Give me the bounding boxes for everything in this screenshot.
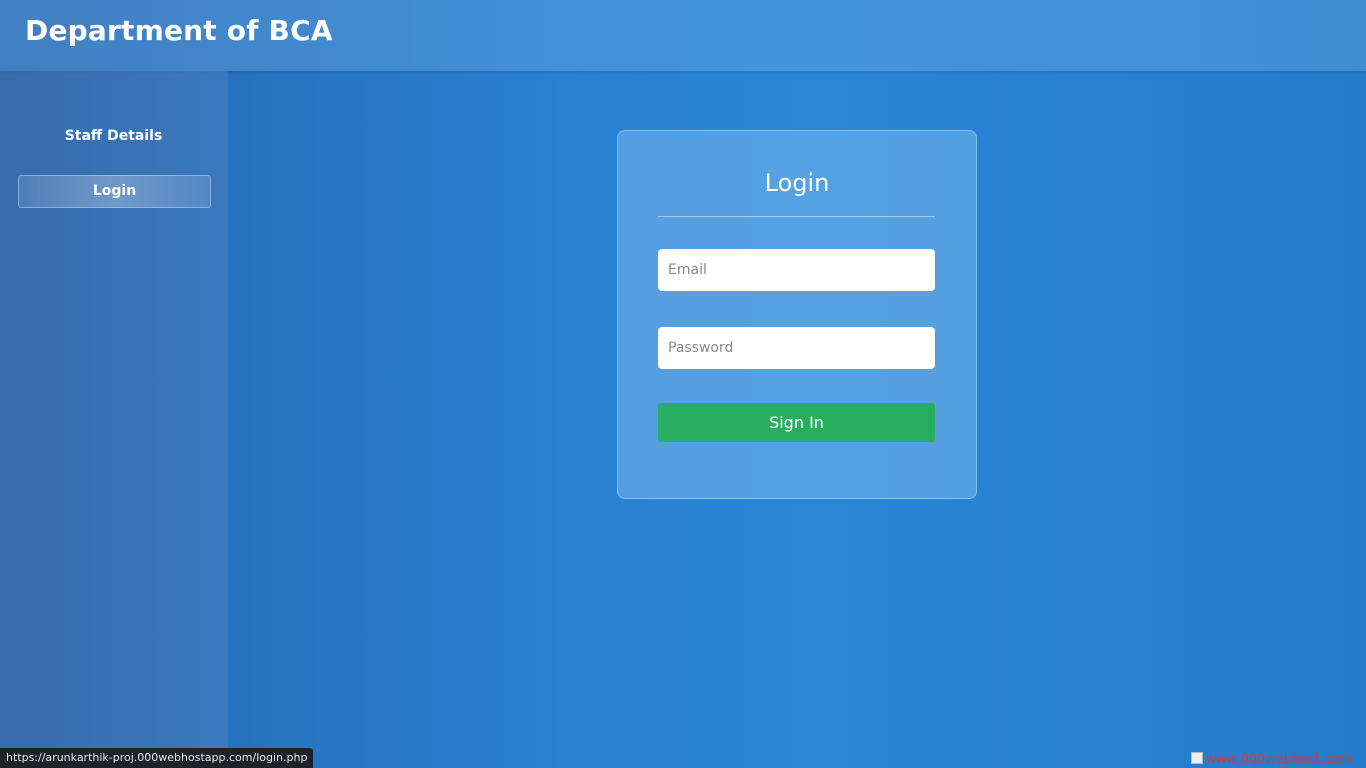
sidebar-item-staff-details[interactable]: Staff Details [18,121,209,152]
status-bar-url: https://arunkarthik-proj.000webhostapp.c… [0,748,314,768]
sidebar-item-login[interactable]: Login [18,175,211,208]
sidebar: Staff Details Login [0,71,228,768]
password-field[interactable] [658,327,935,369]
title-divider [658,216,935,217]
site-title: Department of BCA [25,14,333,47]
host-badge-text: www.000webhost.com [1205,753,1353,763]
login-card: Login Sign In [617,130,977,499]
email-field[interactable] [658,249,935,291]
top-header: Department of BCA [0,0,1366,71]
login-title: Login [764,169,830,197]
sign-in-button[interactable]: Sign In [658,403,935,442]
host-badge[interactable]: www.000webhost.com [1190,750,1353,766]
broken-image-icon [1190,752,1203,764]
